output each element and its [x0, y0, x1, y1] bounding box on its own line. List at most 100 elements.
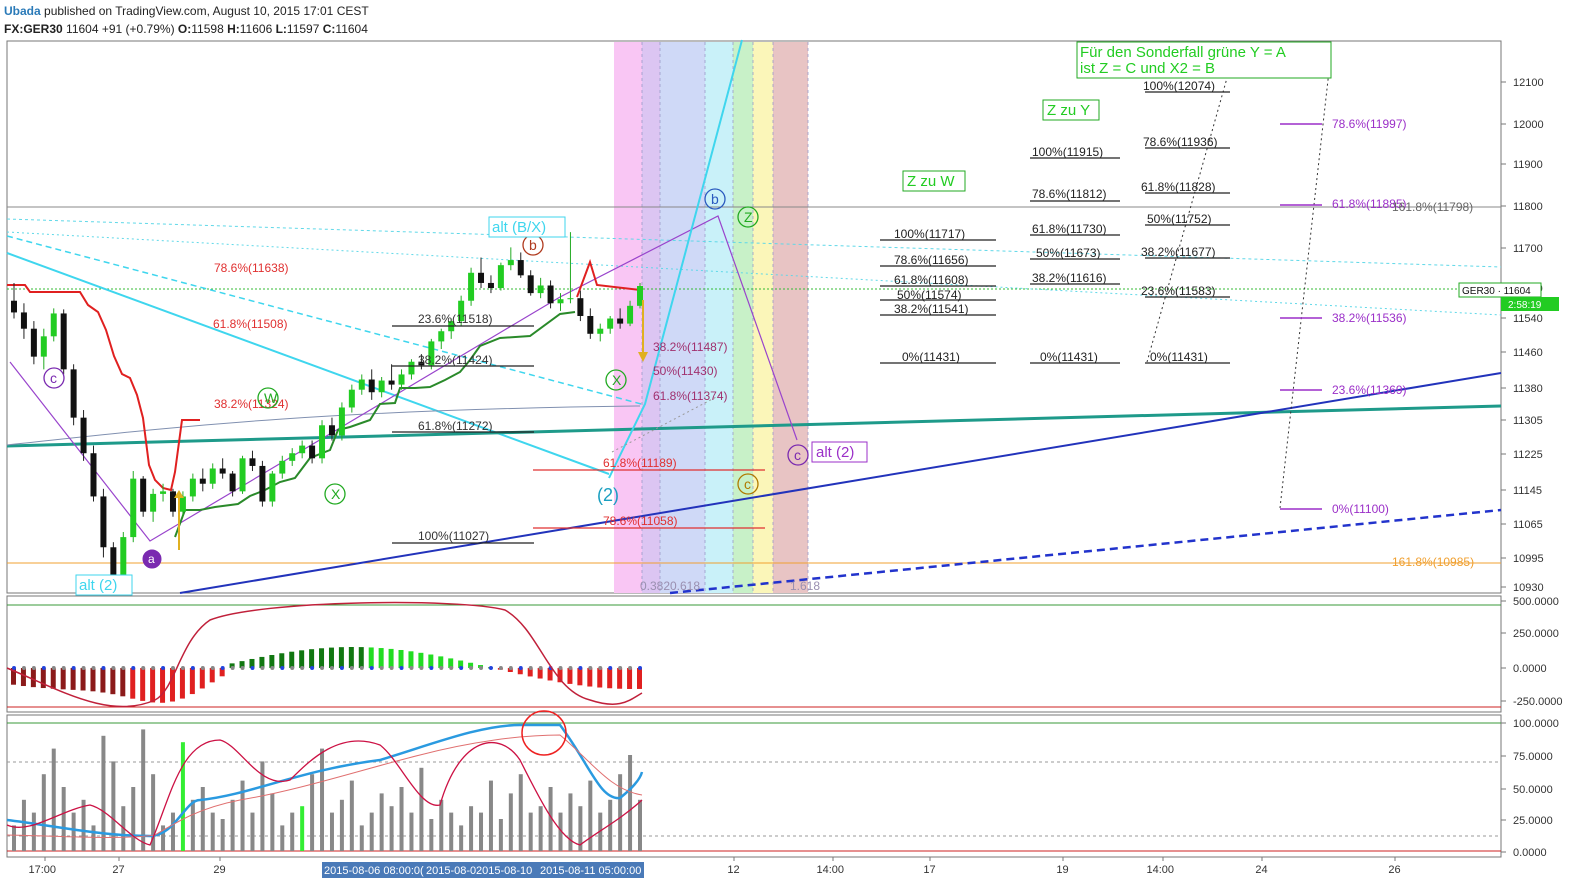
candle-body — [408, 361, 415, 375]
volume-bar — [329, 812, 334, 851]
candle-body — [199, 478, 206, 484]
fib-label: 0%(11431) — [1040, 350, 1098, 364]
volume-bar — [568, 793, 573, 851]
time-fib-band — [660, 42, 705, 593]
macd-zero-dot — [121, 666, 126, 670]
macd-zero-dot — [141, 666, 146, 670]
time-axis-label: 29 — [213, 864, 225, 876]
stoch-axis-label: 50.0000 — [1513, 784, 1553, 796]
macd-bar — [90, 668, 96, 692]
volume-bar — [349, 780, 354, 851]
wave-label: X — [331, 486, 341, 502]
candle-body — [478, 272, 485, 283]
wave-label: alt (2) — [816, 444, 854, 461]
macd-zero-dot — [151, 666, 156, 670]
macd-bar — [70, 668, 76, 690]
candle-body — [468, 272, 475, 301]
macd-zero-dot — [578, 666, 583, 670]
candle-body — [70, 369, 77, 418]
fib-label: 38.2%(11616) — [1032, 271, 1107, 285]
candle-body — [269, 473, 276, 502]
fib-label: 161.8%(10985) — [1392, 555, 1474, 569]
macd-zero-dot — [488, 666, 493, 670]
candle-body — [130, 478, 137, 538]
fib-label: 100%(12074) — [1143, 79, 1215, 93]
candle-body — [50, 313, 57, 337]
macd-zero-dot — [469, 666, 474, 670]
volume-bar — [518, 774, 523, 851]
candle-body — [229, 473, 236, 492]
macd-zero-dot — [91, 666, 96, 670]
price-axis-label: 11065 — [1513, 519, 1543, 531]
volume-bar — [270, 793, 275, 851]
price-axis-label: 10930 — [1513, 582, 1544, 594]
macd-bar — [150, 668, 156, 703]
macd-zero-dot — [200, 666, 205, 670]
macd-zero-dot — [618, 666, 623, 670]
candle-body — [160, 491, 167, 494]
wave-label: c — [794, 447, 801, 463]
macd-bar — [368, 647, 374, 668]
candle-body — [209, 468, 216, 484]
macd-bar — [299, 650, 305, 668]
candle-body — [219, 468, 226, 474]
wave-label: X — [612, 372, 622, 388]
macd-bar — [120, 668, 126, 697]
fib-label: 0%(11431) — [1150, 350, 1208, 364]
macd-zero-dot — [558, 666, 563, 670]
wave-label: W — [264, 390, 278, 406]
macd-bar — [289, 651, 295, 668]
macd-bar — [418, 652, 424, 668]
candle-body — [319, 425, 326, 459]
annotation-text: Z zu W — [907, 173, 955, 190]
fib-label: 23.6%(11583) — [1141, 284, 1216, 298]
candle-body — [587, 315, 594, 334]
time-axis-label: 14:00 — [1147, 864, 1175, 876]
candle-body — [150, 493, 157, 512]
macd-bar — [199, 668, 205, 689]
macd-zero-dot — [41, 666, 46, 670]
macd-zero-dot — [528, 666, 533, 670]
chart-canvas[interactable]: 1210012000119001180011700116201154011460… — [0, 0, 1584, 895]
wave-label: alt (2) — [79, 577, 117, 594]
volume-bar — [141, 729, 146, 851]
macd-zero-dot — [101, 666, 106, 670]
macd-bar — [358, 647, 364, 668]
candle-body — [120, 537, 127, 581]
time-fib-band — [642, 42, 660, 593]
macd-zero-dot — [270, 666, 275, 670]
fib-label: 50%(11574) — [897, 288, 962, 302]
macd-bar — [309, 649, 315, 668]
volume-bar — [449, 812, 454, 851]
macd-axis-label: -250.0000 — [1513, 696, 1563, 708]
time-axis-label: 27 — [112, 864, 124, 876]
wave-label: a — [148, 552, 155, 566]
fib-label: 78.6%(11997) — [1332, 117, 1407, 131]
fib-label: 78.6%(11638) — [214, 261, 289, 275]
wave-label: Z — [744, 209, 753, 225]
price-axis-label: 11800 — [1513, 201, 1543, 213]
candle-body — [497, 265, 504, 289]
macd-bar — [567, 668, 573, 684]
macd-bar — [338, 647, 344, 668]
volume-bar — [310, 774, 315, 851]
fib-label: 100%(11027) — [418, 529, 489, 543]
macd-axis-label: 0.0000 — [1513, 663, 1547, 675]
candle-body — [597, 328, 604, 334]
candle-body — [100, 496, 107, 548]
macd-zero-dot — [538, 666, 543, 670]
candle-body — [80, 417, 87, 454]
candle-body — [239, 458, 246, 492]
price-axis-label: 11380 — [1513, 383, 1543, 395]
volume-bar — [588, 780, 593, 851]
macd-zero-dot — [310, 666, 315, 670]
macd-bar — [378, 648, 384, 668]
candle-body — [577, 298, 584, 316]
macd-zero-dot — [608, 666, 613, 670]
fib-label: 0.382 — [640, 579, 670, 593]
macd-bar — [100, 668, 106, 693]
macd-axis-label: 250.0000 — [1513, 628, 1559, 640]
macd-zero-dot — [588, 666, 593, 670]
macd-zero-dot — [409, 666, 414, 670]
macd-zero-dot — [111, 666, 116, 670]
